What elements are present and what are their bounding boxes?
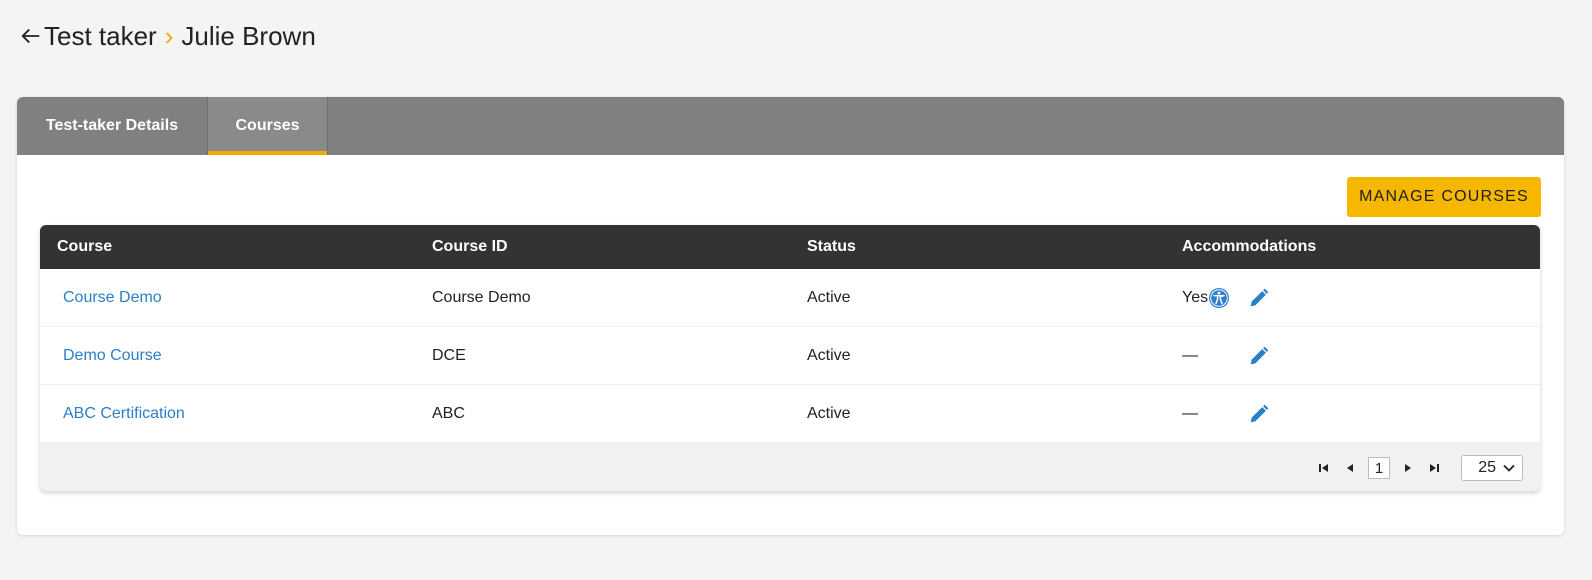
course-id-cell: ABC (432, 404, 465, 422)
tab-test-taker-details[interactable]: Test-taker Details (17, 97, 207, 155)
course-card: Test-taker Details Courses MANAGE COURSE… (17, 97, 1564, 535)
pencil-icon[interactable] (1248, 345, 1270, 367)
pagination: 1 25 (40, 443, 1540, 491)
prev-page-icon[interactable] (1342, 460, 1358, 476)
last-page-icon[interactable] (1426, 460, 1442, 476)
current-page[interactable]: 1 (1368, 457, 1390, 479)
status-cell: Active (807, 288, 851, 306)
course-id-cell: DCE (432, 346, 466, 364)
header-course-id[interactable]: Course ID (415, 238, 790, 256)
tab-label: Test-taker Details (45, 117, 179, 134)
first-page-icon[interactable] (1316, 460, 1332, 476)
breadcrumb-separator: › (164, 20, 174, 51)
page-size-select[interactable]: 25 (1461, 455, 1523, 481)
tab-bar: Test-taker Details Courses (17, 97, 1564, 155)
accessibility-icon-placeholder (1208, 345, 1230, 367)
course-id-cell: Course Demo (432, 288, 531, 306)
breadcrumb-parent[interactable]: Test taker (44, 21, 157, 52)
arrow-left-icon[interactable] (20, 25, 42, 47)
header-course[interactable]: Course (40, 238, 415, 256)
pencil-icon[interactable] (1248, 403, 1270, 425)
status-cell: Active (807, 346, 851, 364)
accommodations-cell: — (1165, 403, 1540, 425)
manage-courses-button[interactable]: MANAGE COURSES (1347, 177, 1541, 217)
status-cell: Active (807, 404, 851, 422)
accommodations-cell: — (1165, 345, 1540, 367)
accommodations-value: — (1182, 346, 1198, 364)
page-size-value: 25 (1478, 459, 1496, 476)
courses-table: Course Course ID Status Accommodations C… (40, 225, 1540, 491)
table-header: Course Course ID Status Accommodations (40, 225, 1540, 269)
table-row: Course Demo Course Demo Active Yes (40, 269, 1540, 327)
course-link[interactable]: ABC Certification (63, 405, 185, 422)
header-status[interactable]: Status (790, 238, 1165, 256)
next-page-icon[interactable] (1400, 460, 1416, 476)
accommodations-cell: Yes (1165, 287, 1540, 309)
course-link[interactable]: Demo Course (63, 347, 162, 364)
header-accommodations[interactable]: Accommodations (1165, 238, 1540, 256)
accessibility-icon-placeholder (1208, 403, 1230, 425)
breadcrumb: Test taker › Julie Brown (20, 18, 316, 54)
course-link[interactable]: Course Demo (63, 289, 162, 306)
accommodations-value: Yes (1182, 288, 1209, 306)
tab-label: Courses (235, 117, 300, 134)
table-row: Demo Course DCE Active — (40, 327, 1540, 385)
accessibility-icon (1208, 287, 1230, 309)
accommodations-value: — (1182, 404, 1198, 422)
table-row: ABC Certification ABC Active — (40, 385, 1540, 443)
chevron-down-icon (1503, 464, 1515, 472)
pencil-icon[interactable] (1248, 287, 1270, 309)
page-title: Julie Brown (181, 20, 316, 51)
tab-courses[interactable]: Courses (207, 97, 328, 155)
